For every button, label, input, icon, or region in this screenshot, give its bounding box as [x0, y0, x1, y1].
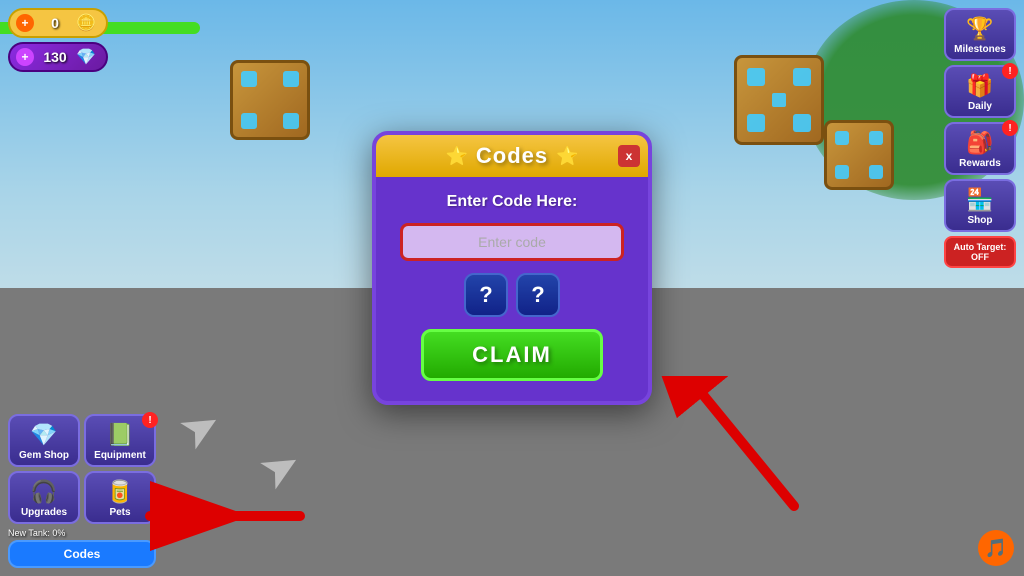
- right-sidebar: 🏆 Milestones ! 🎁 Daily ! 🎒 Rewards 🏪 Sho…: [944, 8, 1016, 268]
- shop-button[interactable]: 🏪 Shop: [944, 179, 1016, 232]
- upgrades-label: Upgrades: [21, 507, 67, 518]
- pets-button[interactable]: 🥫 Pets: [84, 471, 156, 524]
- coin-icon: 🪙: [76, 13, 96, 33]
- rewards-button[interactable]: ! 🎒 Rewards: [944, 122, 1016, 175]
- music-button[interactable]: 🎵: [978, 530, 1014, 566]
- gems-value: 130: [38, 49, 72, 65]
- modal-header: ⭐ Codes ⭐ x: [376, 135, 648, 177]
- equipment-icon: 📗: [106, 422, 133, 448]
- add-coins-button[interactable]: +: [16, 14, 34, 32]
- mystery-btn-1[interactable]: ?: [464, 273, 508, 317]
- button-grid: 💎 Gem Shop ! 📗 Equipment 🎧 Upgrades 🥫 Pe…: [8, 414, 156, 524]
- code-input[interactable]: [400, 223, 624, 261]
- gem-shop-icon: 💎: [30, 422, 57, 448]
- rewards-icon: 🎒: [966, 130, 993, 156]
- add-gems-button[interactable]: +: [16, 48, 34, 66]
- left-hud: + 0 🪙 + 130 💎: [8, 8, 108, 72]
- rewards-label: Rewards: [959, 158, 1001, 169]
- mystery-btn-2[interactable]: ?: [516, 273, 560, 317]
- gem-shop-button[interactable]: 💎 Gem Shop: [8, 414, 80, 467]
- mystery-buttons: ? ?: [464, 273, 560, 317]
- equipment-badge: !: [142, 412, 158, 428]
- modal-close-button[interactable]: x: [618, 145, 640, 167]
- codes-modal: ⭐ Codes ⭐ x Enter Code Here: ? ? CLAIM: [372, 131, 652, 405]
- daily-button[interactable]: ! 🎁 Daily: [944, 65, 1016, 118]
- daily-icon: 🎁: [966, 73, 993, 99]
- pets-icon: 🥫: [106, 479, 133, 505]
- star-right-icon: ⭐: [556, 146, 578, 167]
- daily-label: Daily: [968, 101, 992, 112]
- milestones-label: Milestones: [954, 44, 1006, 55]
- enter-code-label: Enter Code Here:: [447, 193, 578, 211]
- star-left-icon: ⭐: [445, 146, 467, 167]
- bottom-left-menu: 💎 Gem Shop ! 📗 Equipment 🎧 Upgrades 🥫 Pe…: [8, 414, 156, 568]
- milestones-icon: 🏆: [966, 16, 993, 42]
- new-tank-label: New Tank: 0%: [8, 528, 156, 538]
- pets-label: Pets: [109, 507, 130, 518]
- daily-badge: !: [1002, 63, 1018, 79]
- coins-bar: + 0 🪙: [8, 8, 108, 38]
- upgrades-button[interactable]: 🎧 Upgrades: [8, 471, 80, 524]
- shop-icon: 🏪: [966, 187, 993, 213]
- gem-shop-label: Gem Shop: [19, 450, 69, 461]
- shop-label: Shop: [968, 215, 993, 226]
- milestones-button[interactable]: 🏆 Milestones: [944, 8, 1016, 61]
- modal-title: Codes: [476, 143, 548, 169]
- gem-icon: 💎: [76, 47, 96, 67]
- modal-body: Enter Code Here: ? ? CLAIM: [376, 177, 648, 381]
- crate-2: [734, 55, 824, 145]
- equipment-label: Equipment: [94, 450, 146, 461]
- music-icon: 🎵: [985, 538, 1007, 559]
- crate-1: [230, 60, 310, 140]
- coins-value: 0: [38, 15, 72, 31]
- claim-button[interactable]: CLAIM: [421, 329, 603, 381]
- codes-button[interactable]: Codes: [8, 540, 156, 568]
- equipment-button[interactable]: ! 📗 Equipment: [84, 414, 156, 467]
- crate-3: [824, 120, 894, 190]
- rewards-badge: !: [1002, 120, 1018, 136]
- auto-target-button[interactable]: Auto Target: OFF: [944, 236, 1016, 268]
- gems-bar: + 130 💎: [8, 42, 108, 72]
- upgrades-icon: 🎧: [30, 479, 57, 505]
